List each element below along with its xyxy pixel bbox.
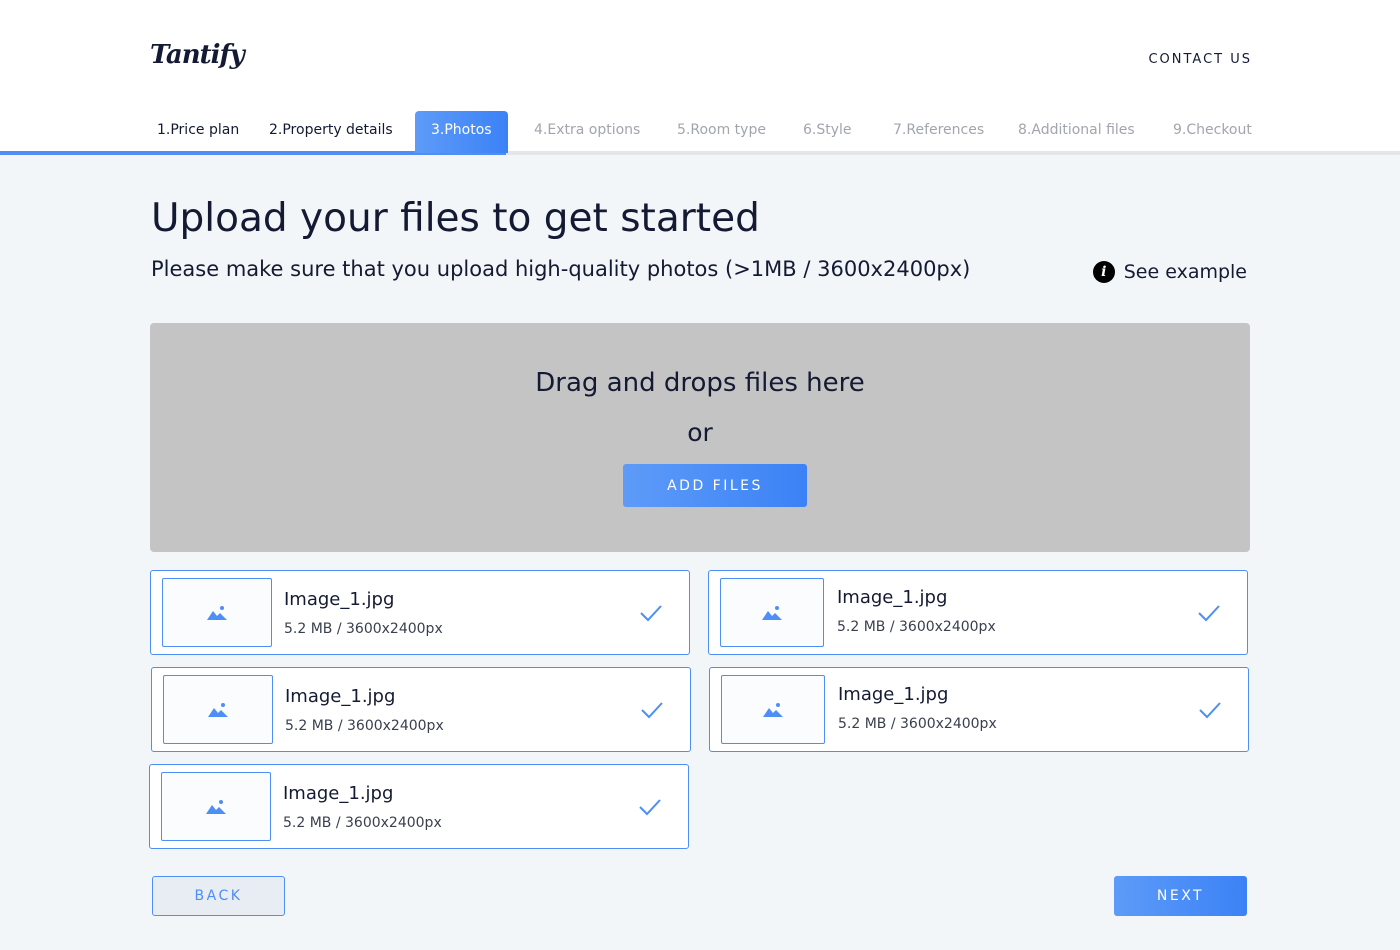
stepper: 1.Price plan 2.Property details 3.Photos… [0, 111, 1400, 155]
page-subtitle: Please make sure that you upload high-qu… [151, 257, 971, 281]
check-icon [639, 799, 661, 816]
image-icon [207, 605, 227, 620]
step-additional-files[interactable]: 8.Additional files [1018, 111, 1135, 153]
header: Tantify CONTACT US 1.Price plan 2.Proper… [0, 0, 1400, 155]
step-photos[interactable]: 3.Photos [415, 111, 508, 153]
file-card[interactable]: Image_1.jpg 5.2 MB / 3600x2400px [708, 570, 1248, 655]
see-example-label: See example [1123, 261, 1247, 283]
file-thumbnail [163, 675, 273, 744]
see-example-link[interactable]: i See example [1092, 261, 1247, 283]
check-icon [640, 605, 662, 622]
file-meta: 5.2 MB / 3600x2400px [838, 716, 997, 732]
file-card[interactable]: Image_1.jpg 5.2 MB / 3600x2400px [150, 570, 690, 655]
logo[interactable]: Tantify [150, 40, 245, 70]
file-meta: 5.2 MB / 3600x2400px [285, 718, 444, 734]
dropzone-text: Drag and drops files here [535, 368, 865, 398]
file-meta: 5.2 MB / 3600x2400px [284, 621, 443, 637]
file-card[interactable]: Image_1.jpg 5.2 MB / 3600x2400px [151, 667, 691, 752]
file-meta: 5.2 MB / 3600x2400px [283, 815, 442, 831]
step-property-details[interactable]: 2.Property details [269, 111, 393, 153]
file-dropzone[interactable]: Drag and drops files here or ADD FILES [150, 323, 1250, 552]
dropzone-or: or [687, 418, 713, 447]
file-name: Image_1.jpg [283, 783, 394, 804]
file-name: Image_1.jpg [284, 589, 395, 610]
file-card[interactable]: Image_1.jpg 5.2 MB / 3600x2400px [709, 667, 1249, 752]
image-icon [208, 702, 228, 717]
file-name: Image_1.jpg [285, 686, 396, 707]
next-button[interactable]: NEXT [1114, 876, 1247, 916]
file-meta: 5.2 MB / 3600x2400px [837, 619, 996, 635]
back-button[interactable]: BACK [152, 876, 285, 916]
step-price-plan[interactable]: 1.Price plan [157, 111, 239, 153]
check-icon [641, 702, 663, 719]
image-icon [763, 702, 783, 717]
step-references[interactable]: 7.References [893, 111, 984, 153]
file-name: Image_1.jpg [837, 587, 948, 608]
info-icon: i [1092, 261, 1115, 283]
image-icon [206, 799, 226, 814]
step-room-type[interactable]: 5.Room type [677, 111, 766, 153]
file-thumbnail [720, 578, 824, 647]
file-thumbnail [161, 772, 271, 841]
page-title: Upload your files to get started [151, 196, 760, 241]
file-thumbnail [721, 675, 825, 744]
image-icon [762, 605, 782, 620]
step-extra-options[interactable]: 4.Extra options [534, 111, 640, 153]
file-thumbnail [162, 578, 272, 647]
check-icon [1199, 702, 1221, 719]
file-card[interactable]: Image_1.jpg 5.2 MB / 3600x2400px [149, 764, 689, 849]
contact-us-link[interactable]: CONTACT US [1148, 52, 1252, 67]
file-name: Image_1.jpg [838, 684, 949, 705]
add-files-button[interactable]: ADD FILES [623, 464, 807, 507]
check-icon [1198, 605, 1220, 622]
step-checkout[interactable]: 9.Checkout [1173, 111, 1252, 153]
step-style[interactable]: 6.Style [803, 111, 852, 153]
